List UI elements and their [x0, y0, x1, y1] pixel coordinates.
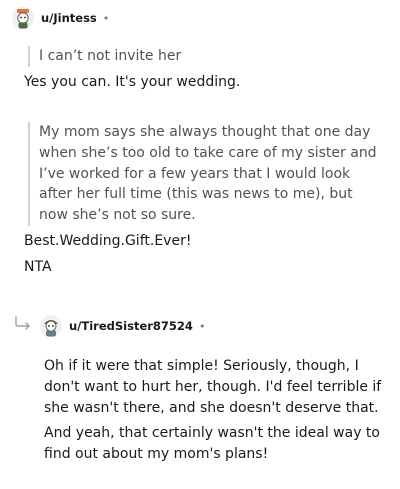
reply-line: find out about my mom's plans!: [44, 445, 269, 462]
comment-paragraph: Best.Wedding.Gift.Ever!: [24, 233, 192, 249]
quote-text: I can’t not invite her: [39, 48, 182, 64]
user-avatar[interactable]: [40, 315, 62, 337]
comment-author[interactable]: u/Jintess: [41, 11, 97, 25]
snoo-avatar-icon: [12, 7, 34, 29]
reply-line: Oh if it were that simple! Seriously, th…: [44, 358, 359, 374]
blockquote: My mom says she always thought that one …: [28, 122, 377, 226]
comment-paragraph: Yes you can. It's your wedding.: [24, 74, 241, 90]
user-avatar[interactable]: [12, 7, 34, 29]
reply-line: don't want to hurt her, though. I'd feel…: [44, 378, 382, 395]
reply-paragraph: Oh if it were that simple! Seriously, th…: [44, 356, 381, 418]
quote-line: My mom says she always thought that one …: [39, 124, 371, 140]
quote-line: I’ve worked for a few years that I would…: [39, 165, 351, 182]
comment-thread: u/Jintess • I can’t not invite her Yes y…: [0, 0, 400, 489]
quote-line: after her full time (this was news to me…: [39, 186, 353, 203]
blockquote: I can’t not invite her: [28, 46, 181, 67]
reply-line: she wasn't there, and she doesn't deserv…: [44, 399, 379, 416]
reply-header: u/TiredSister87524 •: [40, 314, 205, 338]
quote-line: now she’s not so sure.: [39, 207, 196, 224]
reply-author[interactable]: u/TiredSister87524: [69, 319, 193, 333]
comment-paragraph: NTA: [24, 259, 52, 275]
quote-line: when she’s too old to take care of my si…: [39, 144, 377, 161]
separator-dot: •: [198, 319, 206, 333]
reply-paragraph: And yeah, that certainly wasn't the idea…: [44, 423, 380, 465]
separator-dot: •: [102, 11, 110, 25]
comment-header: u/Jintess •: [12, 6, 109, 30]
reply-arrow-icon: [15, 316, 30, 330]
reply-line: And yeah, that certainly wasn't the idea…: [44, 425, 380, 441]
snoo-avatar-icon: [40, 315, 62, 337]
